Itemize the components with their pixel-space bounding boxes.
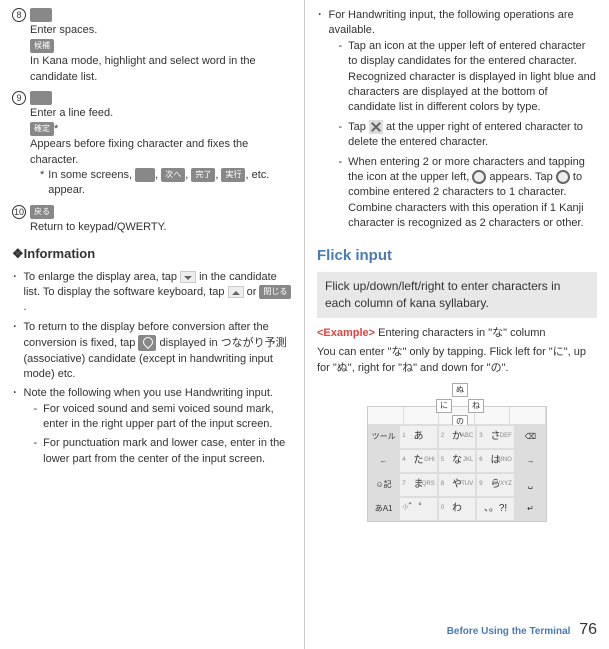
page-container: 8 Enter spaces. 候補 In Kana mode, highlig…	[0, 0, 609, 649]
item-text: Appears before fixing character and fixe…	[30, 138, 248, 165]
keypad-rows: ツールあ1か2ABCさ3DEF⌫←た4GHIな5JKLは6MNO→☺記ま7PQR…	[368, 425, 546, 521]
combine-icon	[556, 170, 570, 184]
keypad-side-key: ↵	[515, 497, 546, 521]
sub-dash-item: -When entering 2 or more characters and …	[339, 155, 598, 232]
combine-icon	[472, 170, 486, 184]
sub-dash-item: -Tap an icon at the upper left of entere…	[339, 39, 598, 116]
flick-left: に	[436, 399, 452, 413]
sub-dash-item: -For voiced sound and semi voiced sound …	[34, 402, 293, 433]
keypad-row: ☺記ま7PQRSや8TUVら9WXYZ␣	[368, 473, 546, 497]
item-number: 8	[12, 8, 26, 22]
keypad-side-key: ⌫	[515, 425, 546, 449]
item-text: In Kana mode, highlight and select word …	[30, 55, 256, 82]
space-key-icon	[30, 8, 52, 22]
list-item-8: 8 Enter spaces. 候補 In Kana mode, highlig…	[12, 8, 292, 85]
info-bullet: ･ For Handwriting input, the following o…	[317, 8, 597, 235]
item-text: Return to keypad/QWERTY.	[30, 221, 167, 233]
bullet-text: For Handwriting input, the following ope…	[329, 8, 598, 235]
page-footer: Before Using the Terminal 76	[447, 619, 597, 641]
back-key-icon: 戻る	[30, 205, 54, 219]
keypad-key: は6MNO	[476, 449, 515, 473]
flick-input-heading: Flick input	[317, 245, 597, 266]
item-body: Enter a line feed. 確定* Appears before fi…	[30, 91, 292, 199]
bullet-marker: ･	[12, 270, 18, 316]
keypad-side-key: →	[515, 449, 546, 473]
example-label: <Example>	[317, 327, 375, 339]
keypad-illustration: ぬ に ね の ツールあ1か2ABCさ3DEF⌫←た4GHIな5JKLは6MNO…	[367, 406, 547, 522]
bullet-marker: ･	[12, 386, 18, 471]
bullet-text: To return to the display before conversi…	[24, 320, 293, 382]
keypad-key: あ1	[399, 425, 438, 449]
information-heading: ❖Information	[12, 245, 292, 263]
keypad-side-key: あA1	[368, 497, 399, 521]
example-line: <Example> Entering characters in "な" col…	[317, 326, 597, 341]
close-key-icon: 閉じる	[259, 285, 291, 299]
info-bullet: ･ Note the following when you use Handwr…	[12, 386, 292, 471]
chevron-down-icon	[180, 271, 196, 283]
search-key-icon	[135, 168, 155, 182]
keypad-key: わ0	[438, 497, 477, 521]
asterisk-marker: *	[40, 168, 44, 199]
candidate-key-icon: 候補	[30, 39, 54, 53]
keypad-key: た4GHI	[399, 449, 438, 473]
example-body: You can enter "な" only by tapping. Flick…	[317, 345, 597, 376]
next-key-icon: 次へ	[161, 168, 185, 182]
example-text: Entering characters in "な" column	[375, 327, 545, 339]
flick-up: ぬ	[452, 383, 468, 397]
cancel-icon	[138, 335, 156, 351]
keypad-row: あA1゛゜小わ0、。?!↵	[368, 497, 546, 521]
page-number: 76	[579, 621, 597, 638]
footer-label: Before Using the Terminal	[447, 626, 571, 637]
bullet-text: To enlarge the display area, tap in the …	[24, 270, 293, 316]
keypad-row: ←た4GHIな5JKLは6MNO→	[368, 449, 546, 473]
delete-x-icon	[369, 120, 383, 134]
keypad-side-key: ␣	[515, 473, 546, 497]
info-bullet: ･ To enlarge the display area, tap in th…	[12, 270, 292, 316]
list-item-9: 9 Enter a line feed. 確定* Appears before …	[12, 91, 292, 199]
info-bullet: ･ To return to the display before conver…	[12, 320, 292, 382]
flick-input-subtitle: Flick up/down/left/right to enter charac…	[317, 272, 597, 318]
item-body: Enter spaces. 候補 In Kana mode, highlight…	[30, 8, 292, 85]
left-column: 8 Enter spaces. 候補 In Kana mode, highlig…	[0, 0, 304, 649]
item-number: 10	[12, 205, 26, 219]
keypad-side-key: ☺記	[368, 473, 399, 497]
item-number: 9	[12, 91, 26, 105]
keypad-side-key: ツール	[368, 425, 399, 449]
list-item-10: 10 戻る Return to keypad/QWERTY.	[12, 205, 292, 236]
keypad-row: ツールあ1か2ABCさ3DEF⌫	[368, 425, 546, 449]
bullet-text: Note the following when you use Handwrit…	[24, 386, 293, 471]
done-key-icon: 完了	[191, 168, 215, 182]
sub-dash-item: -Tap at the upper right of entered chara…	[339, 120, 598, 151]
keypad-key: や8TUV	[438, 473, 477, 497]
sub-dash-item: -For punctuation mark and lower case, en…	[34, 436, 293, 467]
flick-overlay: ぬ に ね の	[438, 385, 482, 429]
keypad-key: さ3DEF	[476, 425, 515, 449]
item-text: Enter a line feed.	[30, 107, 113, 119]
chevron-up-icon	[228, 286, 244, 298]
item-body: 戻る Return to keypad/QWERTY.	[30, 205, 292, 236]
keypad-key: ら9WXYZ	[476, 473, 515, 497]
keypad-key: ゛゜小	[399, 497, 438, 521]
keypad-key: か2ABC	[438, 425, 477, 449]
keypad-side-key: ←	[368, 449, 399, 473]
keypad-key: な5JKL	[438, 449, 477, 473]
asterisk: *	[54, 123, 58, 135]
enter-key-icon	[30, 91, 52, 105]
flick-right: ね	[468, 399, 484, 413]
go-key-icon: 実行	[221, 168, 245, 182]
bullet-marker: ･	[12, 320, 18, 382]
keypad-key: 、。?!	[476, 497, 515, 521]
keypad-key: ま7PQRS	[399, 473, 438, 497]
confirm-key-icon: 確定	[30, 122, 54, 136]
footnote-text: In some screens, , 次へ, 完了, 実行, etc. appe…	[48, 168, 292, 199]
footnote: * In some screens, , 次へ, 完了, 実行, etc. ap…	[40, 168, 292, 199]
right-column: ･ For Handwriting input, the following o…	[305, 0, 609, 649]
bullet-marker: ･	[317, 8, 323, 235]
item-text: Enter spaces.	[30, 24, 97, 36]
